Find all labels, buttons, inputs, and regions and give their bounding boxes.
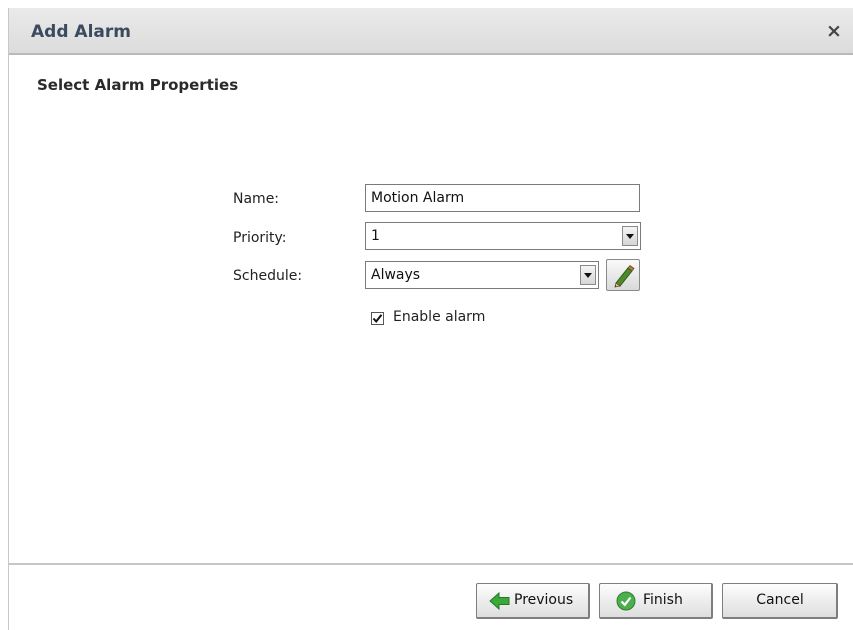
finish-label: Finish xyxy=(643,592,683,608)
cancel-label: Cancel xyxy=(756,592,804,608)
priority-value: 1 xyxy=(371,228,380,244)
name-label: Name: xyxy=(233,191,280,207)
pencil-icon xyxy=(614,264,635,288)
name-input[interactable] xyxy=(365,184,640,212)
close-icon[interactable]: × xyxy=(824,21,844,41)
schedule-value: Always xyxy=(371,267,421,283)
arrow-left-icon xyxy=(489,592,510,610)
edit-schedule-button[interactable] xyxy=(606,259,640,291)
chevron-down-icon[interactable] xyxy=(580,265,596,285)
footer-divider xyxy=(9,563,853,565)
priority-label: Priority: xyxy=(233,230,287,246)
schedule-label: Schedule: xyxy=(233,268,303,284)
dialog-titlebar: Add Alarm × xyxy=(9,8,853,55)
previous-label: Previous xyxy=(514,592,574,608)
previous-button[interactable]: Previous xyxy=(476,583,590,619)
finish-button[interactable]: Finish xyxy=(599,583,713,619)
cancel-button[interactable]: Cancel xyxy=(722,583,838,619)
chevron-down-icon[interactable] xyxy=(622,226,638,246)
dialog-title: Add Alarm xyxy=(31,22,131,42)
enable-alarm-label: Enable alarm xyxy=(393,309,486,325)
priority-select[interactable]: 1 xyxy=(365,222,641,250)
check-icon xyxy=(372,314,383,324)
schedule-select[interactable]: Always xyxy=(365,261,599,289)
enable-alarm-checkbox[interactable] xyxy=(371,312,384,325)
check-circle-icon xyxy=(616,591,636,611)
add-alarm-dialog: Add Alarm × Select Alarm Properties Name… xyxy=(8,8,853,630)
section-title: Select Alarm Properties xyxy=(37,76,239,94)
